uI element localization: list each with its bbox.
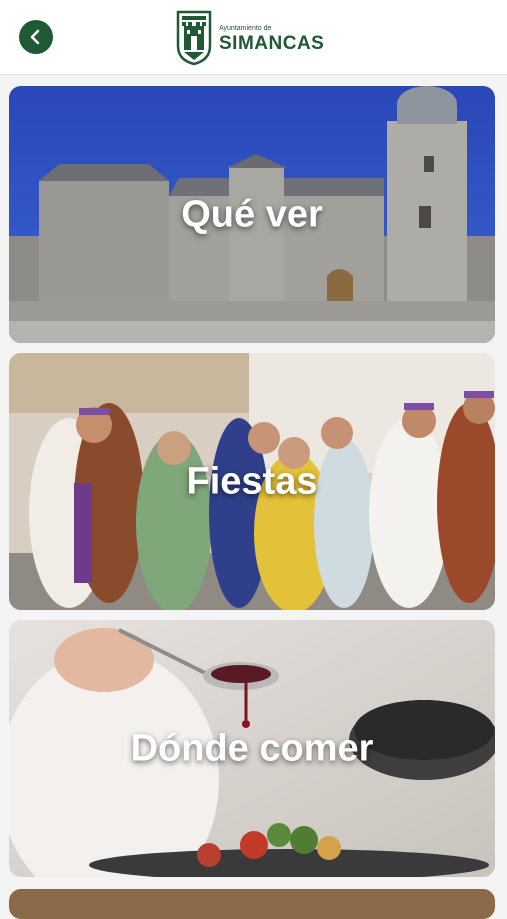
card-que-ver[interactable]: Qué ver: [9, 86, 495, 343]
app-header: Ayuntamiento de SIMANCAS: [0, 0, 507, 75]
card-label: Dónde comer: [130, 727, 374, 769]
next-card-peek[interactable]: [9, 889, 495, 919]
card-label: Fiestas: [186, 460, 318, 502]
card-donde-comer[interactable]: Dónde comer: [9, 620, 495, 877]
card-label: Qué ver: [181, 193, 323, 235]
castle-shield-icon: [176, 10, 212, 66]
card-fiestas[interactable]: Fiestas: [9, 353, 495, 610]
municipality-logo: Ayuntamiento de SIMANCAS: [175, 6, 324, 66]
back-button[interactable]: [19, 20, 53, 54]
logo-title: SIMANCAS: [219, 33, 325, 54]
logo-subtitle: Ayuntamiento de: [219, 25, 272, 32]
chevron-left-icon: [30, 29, 40, 45]
section-cards: Qué ver Fiestas Dónde comer: [9, 86, 495, 887]
